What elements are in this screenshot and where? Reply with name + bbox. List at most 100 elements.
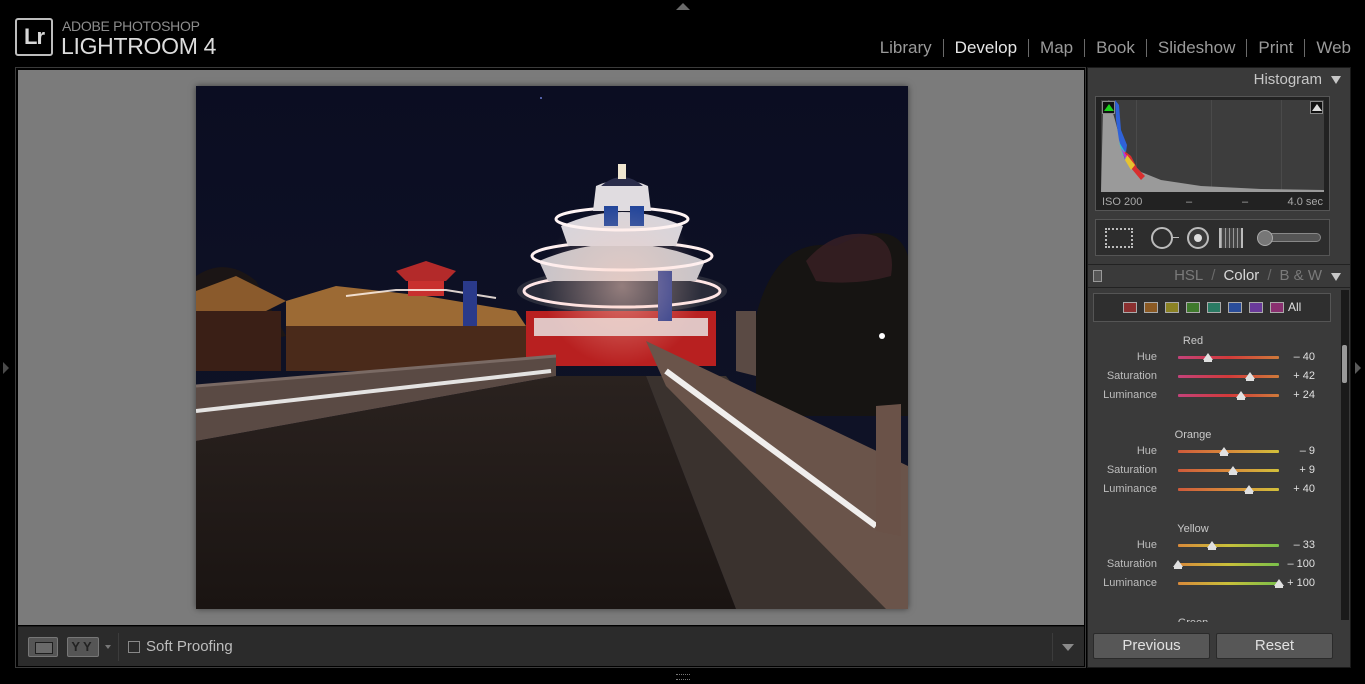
red-eye-icon[interactable] [1187, 227, 1209, 249]
left-panel-toggle-icon[interactable] [3, 362, 9, 374]
slider-thumb[interactable] [1243, 485, 1254, 494]
color-swatch[interactable] [1165, 302, 1179, 313]
filmstrip-toggle-icon[interactable] [676, 674, 690, 680]
slider-thumb[interactable] [1244, 372, 1255, 381]
slider-track[interactable] [1178, 375, 1279, 378]
spot-removal-icon[interactable] [1151, 227, 1179, 249]
orange-hue-slider[interactable]: Hue – 9 [1093, 444, 1329, 460]
tab-color[interactable]: Color [1223, 267, 1259, 284]
module-slideshow[interactable]: Slideshow [1158, 37, 1236, 59]
color-swatch[interactable] [1249, 302, 1263, 313]
slider-value[interactable]: + 9 [1299, 463, 1315, 477]
slider-track[interactable] [1178, 394, 1279, 397]
develop-toolbar: YY Soft Proofing [18, 626, 1084, 666]
slider-thumb[interactable] [1228, 466, 1239, 475]
module-map[interactable]: Map [1040, 37, 1073, 59]
module-develop[interactable]: Develop [955, 37, 1017, 59]
slider-track[interactable] [1178, 356, 1279, 359]
yellow-saturation-slider[interactable]: Saturation – 100 [1093, 557, 1329, 573]
slider-label: Luminance [1103, 483, 1157, 495]
histogram-title: Histogram [1253, 71, 1322, 88]
collapse-triangle-icon[interactable] [1331, 76, 1341, 84]
reset-button[interactable]: Reset [1216, 633, 1333, 659]
module-separator [942, 39, 944, 57]
group-title-yellow: Yellow [1177, 523, 1209, 535]
toolbar-divider [118, 633, 119, 661]
module-print[interactable]: Print [1258, 37, 1293, 59]
graduated-filter-icon[interactable] [1219, 228, 1243, 248]
group-title-orange: Orange [1174, 429, 1212, 441]
top-panel-toggle-icon[interactable] [676, 3, 690, 10]
color-swatch[interactable] [1270, 302, 1284, 313]
color-swatch[interactable] [1228, 302, 1242, 313]
module-picker: Library Develop Map Book Slideshow Print Web [880, 37, 1351, 59]
module-library[interactable]: Library [880, 37, 932, 59]
slider-thumb[interactable] [1274, 579, 1284, 588]
module-separator [1145, 39, 1147, 57]
slider-value[interactable]: – 33 [1294, 538, 1315, 552]
collapse-triangle-icon[interactable] [1331, 273, 1341, 281]
center-view: YY Soft Proofing [15, 67, 1086, 668]
slider-value[interactable]: + 42 [1293, 369, 1315, 383]
color-swatch[interactable] [1123, 302, 1137, 313]
yellow-luminance-slider[interactable]: Luminance + 100 [1093, 576, 1329, 592]
yellow-hue-slider[interactable]: Hue – 33 [1093, 538, 1329, 554]
soft-proofing-checkbox[interactable] [128, 641, 140, 653]
slider-value[interactable]: – 100 [1287, 557, 1315, 571]
slider-thumb[interactable] [1235, 391, 1246, 400]
slider-value[interactable]: + 100 [1287, 576, 1315, 590]
panel-scrollbar-thumb[interactable] [1342, 345, 1347, 383]
hsl-tabs: HSL / Color / B & W [1174, 267, 1322, 284]
color-swatch[interactable] [1207, 302, 1221, 313]
previous-button[interactable]: Previous [1093, 633, 1210, 659]
crop-overlay-icon[interactable] [1105, 228, 1133, 248]
orange-luminance-slider[interactable]: Luminance + 40 [1093, 482, 1329, 498]
red-hue-slider[interactable]: Hue – 40 [1093, 350, 1329, 366]
tab-bw[interactable]: B & W [1279, 267, 1322, 284]
red-luminance-slider[interactable]: Luminance + 24 [1093, 388, 1329, 404]
slider-label: Hue [1136, 539, 1157, 551]
red-saturation-slider[interactable]: Saturation + 42 [1093, 369, 1329, 385]
swatch-all[interactable]: All [1288, 300, 1301, 314]
slider-label: Luminance [1103, 389, 1157, 401]
slider-value[interactable]: – 40 [1294, 350, 1315, 364]
slider-thumb[interactable] [1173, 560, 1183, 569]
histogram-header[interactable]: Histogram [1088, 68, 1350, 90]
slider-track[interactable] [1178, 563, 1279, 566]
slider-thumb[interactable] [1206, 541, 1217, 550]
slider-label: Saturation [1106, 464, 1157, 476]
slider-track[interactable] [1178, 544, 1279, 547]
color-swatch[interactable] [1186, 302, 1200, 313]
module-separator [1028, 39, 1030, 57]
group-title-red: Red [1182, 335, 1204, 347]
panel-scrollbar[interactable] [1341, 290, 1349, 620]
toolbar-menu-icon[interactable] [1062, 644, 1074, 651]
image-canvas [18, 70, 1084, 625]
before-after-dropdown-icon[interactable] [105, 645, 111, 649]
slider-track[interactable] [1178, 488, 1279, 491]
slider-thumb[interactable] [1218, 447, 1229, 456]
soft-proofing-label: Soft Proofing [146, 638, 233, 655]
loupe-view-icon[interactable] [28, 637, 58, 657]
panel-switch-icon[interactable] [1093, 270, 1102, 282]
color-swatch[interactable] [1144, 302, 1158, 313]
slider-value[interactable]: + 24 [1293, 388, 1315, 402]
tab-hsl[interactable]: HSL [1174, 267, 1203, 284]
adjustment-brush-icon[interactable] [1257, 230, 1321, 246]
shadow-clipping-icon[interactable] [1102, 101, 1115, 114]
module-web[interactable]: Web [1316, 37, 1351, 59]
slider-value[interactable]: – 9 [1300, 444, 1315, 458]
right-panel-toggle-icon[interactable] [1355, 362, 1361, 374]
slider-value[interactable]: + 40 [1293, 482, 1315, 496]
orange-saturation-slider[interactable]: Saturation + 9 [1093, 463, 1329, 479]
module-book[interactable]: Book [1096, 37, 1135, 59]
tool-strip [1095, 219, 1330, 256]
photo-preview[interactable] [196, 86, 908, 609]
module-separator [1084, 39, 1086, 57]
highlight-clipping-icon[interactable] [1310, 101, 1323, 114]
histogram[interactable]: ISO 200 – – 4.0 sec [1095, 96, 1330, 211]
before-after-button[interactable]: YY [67, 637, 99, 657]
module-separator [1246, 39, 1248, 57]
slider-thumb[interactable] [1203, 353, 1214, 362]
slider-track[interactable] [1178, 582, 1279, 585]
